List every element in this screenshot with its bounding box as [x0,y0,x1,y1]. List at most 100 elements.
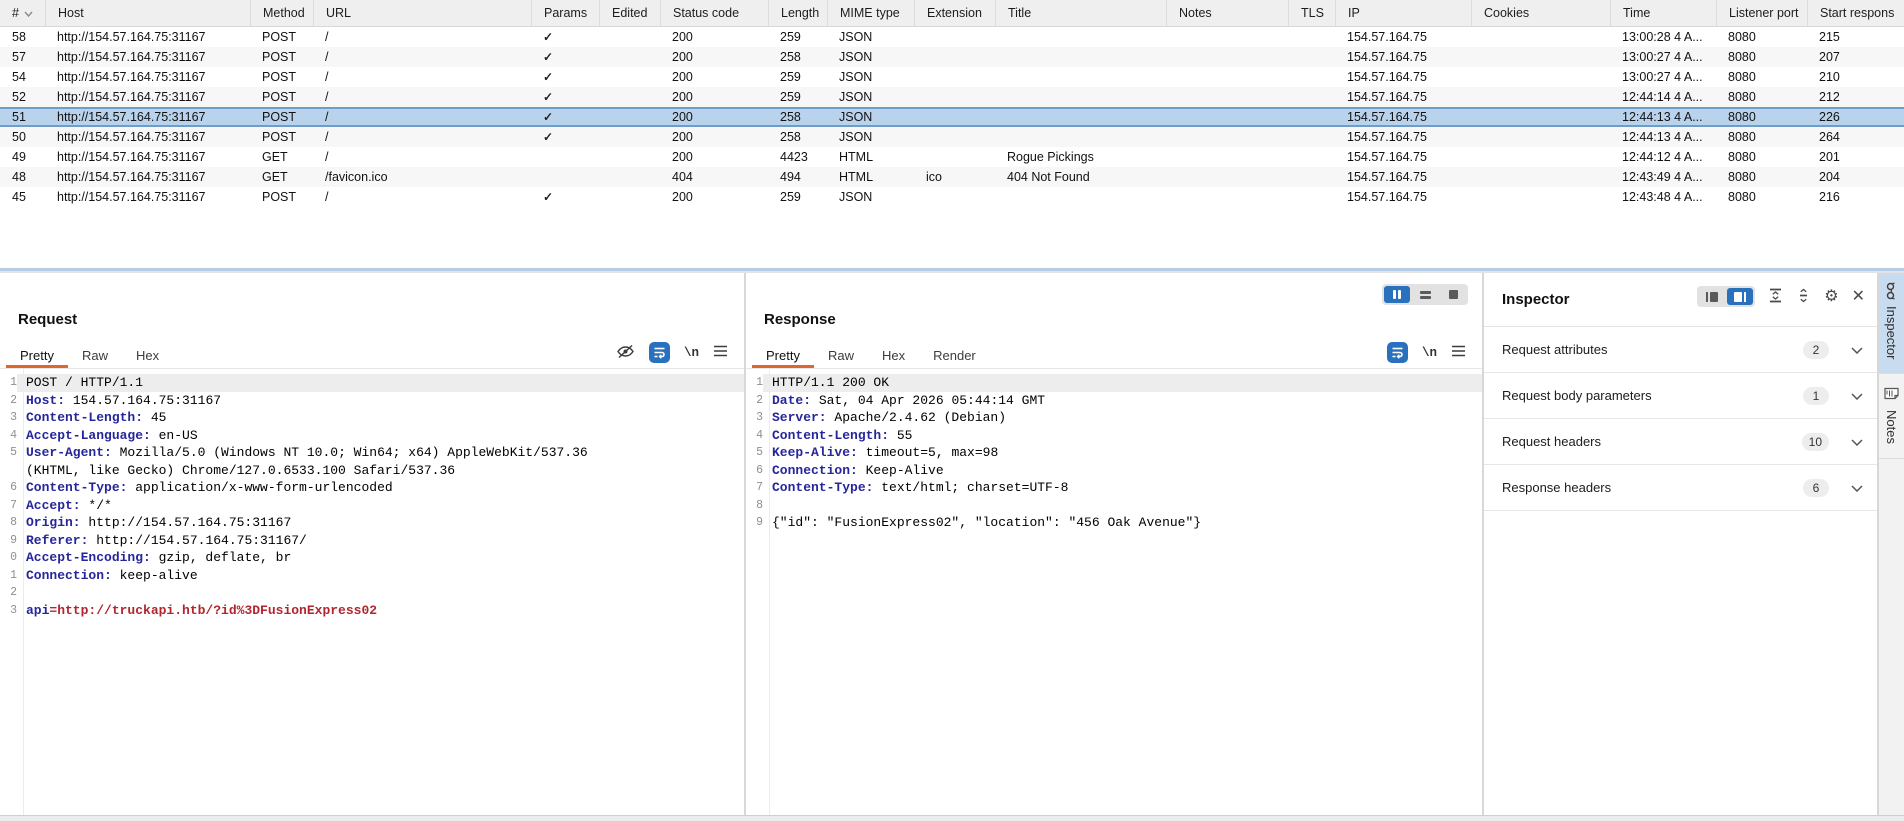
cell-cookies [1471,107,1610,127]
table-rows: 58 http://154.57.164.75:31167 POST / ✓ 200 259… [0,27,1904,207]
show-newlines-button[interactable]: \n [684,346,699,360]
inspector-close-button[interactable]: ✕ [1852,288,1865,305]
table-row[interactable]: 48 http://154.57.164.75:31167 GET/favicon.… [0,167,1904,187]
column-header-time[interactable]: Time [1610,0,1716,26]
hidden-fields-eye-button[interactable] [616,344,635,362]
response-tab-pretty[interactable]: Pretty [752,342,814,368]
column-header-label: Params [544,6,588,20]
column-header-start-respons[interactable]: Start respons [1807,0,1904,26]
response-editor[interactable]: 1 HTTP/1.1 200 OK 2 Date: Sat, 04 Apr 2026 … [746,369,1482,815]
column-header-host[interactable]: Host [45,0,250,26]
chevron-down-icon [1851,387,1863,405]
single-pane-layout-button[interactable] [1440,286,1466,303]
request-tab-pretty[interactable]: Pretty [6,342,68,368]
cell-length: 259 [780,90,801,104]
editor-line: 3 Server: Apache/2.4.62 (Debian) [746,409,1482,427]
cell-cookies [1471,27,1610,47]
cell-tls [1288,107,1335,127]
side-tab-notes[interactable]: Notes [1879,374,1904,460]
editor-menu-button[interactable] [713,345,728,360]
cell-num: 58 [12,30,26,44]
table-row[interactable]: 58 http://154.57.164.75:31167 POST / ✓ 200 259… [0,27,1904,47]
line-number: 1 [10,568,17,582]
column-header-url[interactable]: URL [313,0,531,26]
cell-ip: 154.57.164.75 [1347,150,1427,164]
table-row[interactable]: 57 http://154.57.164.75:31167 POST / ✓ 200 258… [0,47,1904,67]
inspector-section-request-body-parameters[interactable]: Request body parameters 1 [1484,373,1877,419]
response-tab-raw[interactable]: Raw [814,342,868,368]
inspector-section-response-headers[interactable]: Response headers 6 [1484,465,1877,511]
dock-right-button[interactable] [1727,288,1754,305]
request-tab-raw[interactable]: Raw [68,342,122,368]
column-header-method[interactable]: Method [250,0,313,26]
column-header-notes[interactable]: Notes [1166,0,1288,26]
cell-edited [599,27,660,47]
table-row[interactable]: 54 http://154.57.164.75:31167 POST / ✓ 200 259… [0,67,1904,87]
collapse-all-button[interactable] [1768,288,1783,306]
response-tab-hex[interactable]: Hex [868,342,919,368]
cell-tls [1288,87,1335,107]
table-row[interactable]: 50 http://154.57.164.75:31167 POST / ✓ 200 258… [0,127,1904,147]
column-header-col[interactable]: # [0,0,45,26]
column-header-mime-type[interactable]: MIME type [827,0,914,26]
cell-num: 54 [12,70,26,84]
show-newlines-button[interactable]: \n [1422,346,1437,360]
response-tab-render[interactable]: Render [919,342,990,368]
cell-edited [599,147,660,167]
settings-button[interactable]: ⚙ [1824,288,1838,305]
column-header-params[interactable]: Params [531,0,599,26]
cell-status: 200 [672,50,693,64]
side-tab-inspector[interactable]: Inspector [1879,273,1904,375]
cell-mime: HTML [839,150,874,164]
cell-host: http://154.57.164.75:31167 [57,110,206,124]
editor-menu-button[interactable] [1451,345,1466,360]
word-wrap-button[interactable] [1386,342,1408,363]
editor-line: 2 Host: 154.57.164.75:31167 [0,392,744,410]
column-header-ip[interactable]: IP [1335,0,1471,26]
cell-extension [914,87,995,107]
table-row[interactable]: 51 http://154.57.164.75:31167 POST / ✓ 200 258… [0,107,1904,127]
split-columns-layout-button[interactable] [1384,286,1410,303]
cell-params: ✓ [543,190,554,204]
column-header-listener-port[interactable]: Listener port [1716,0,1807,26]
cell-num: 51 [12,110,26,124]
table-row[interactable]: 45 http://154.57.164.75:31167 POST / ✓ 200 259… [0,187,1904,207]
column-header-tls[interactable]: TLS [1288,0,1335,26]
expand-all-button[interactable] [1796,288,1811,306]
request-editor[interactable]: 1 POST / HTTP/1.1 2 Host: 154.57.164.75:311… [0,369,744,815]
line-number: 3 [10,411,17,424]
cell-tls [1288,167,1335,187]
table-row[interactable]: 52 http://154.57.164.75:31167 POST / ✓ 200 259… [0,87,1904,107]
editor-line: 5 Keep-Alive: timeout=5, max=98 [746,444,1482,462]
cell-edited [599,47,660,67]
column-header-label: MIME type [840,6,900,20]
inspector-section-request-attributes[interactable]: Request attributes 2 [1484,327,1877,373]
section-label: Request attributes [1502,342,1608,357]
cell-listener-port: 8080 [1728,90,1756,104]
request-lines: 1 POST / HTTP/1.1 2 Host: 154.57.164.75:311… [0,374,744,619]
cell-method: GET [262,150,288,164]
column-header-status-code[interactable]: Status code [660,0,768,26]
editor-layout-toggle [1382,284,1468,305]
cell-edited [599,107,660,127]
word-wrap-button[interactable] [648,342,670,363]
table-empty-area [0,207,1904,268]
request-tab-hex[interactable]: Hex [122,342,173,368]
column-header-cookies[interactable]: Cookies [1471,0,1610,26]
column-header-extension[interactable]: Extension [914,0,995,26]
cell-length: 259 [780,190,801,204]
cell-url: / [325,30,329,44]
table-row[interactable]: 49 http://154.57.164.75:31167 GET / 200 4423 H… [0,147,1904,167]
column-header-title[interactable]: Title [995,0,1166,26]
column-header-edited[interactable]: Edited [599,0,660,26]
cell-time: 12:43:49 4 A... [1622,170,1703,184]
column-header-length[interactable]: Length [768,0,827,26]
inspector-section-request-headers[interactable]: Request headers 10 [1484,419,1877,465]
cell-tls [1288,67,1335,87]
newline-icon: \n [1421,345,1437,360]
dock-left-button[interactable] [1699,288,1725,305]
cell-url: / [325,150,329,164]
split-rows-layout-button[interactable] [1412,286,1438,303]
cell-params: ✓ [543,30,554,44]
cell-extension [914,107,995,127]
